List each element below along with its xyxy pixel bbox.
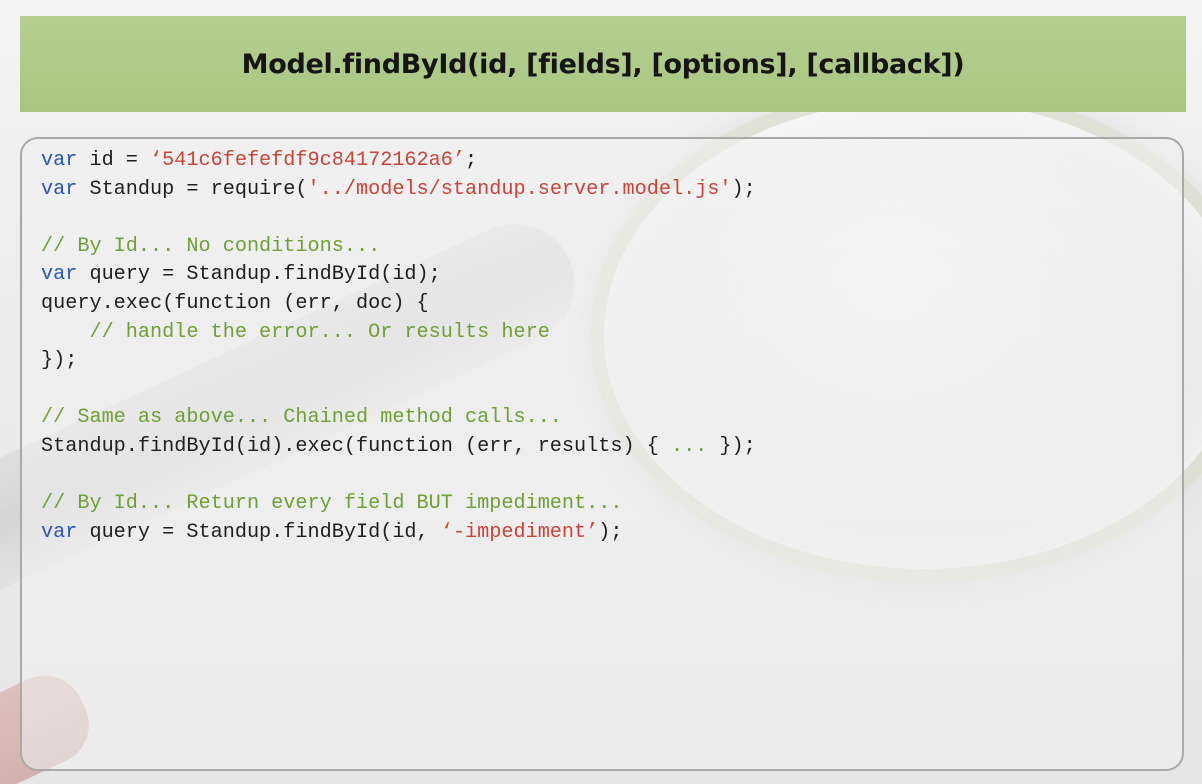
slide-title: Model.findById(id, [fields], [options], … xyxy=(241,48,965,80)
code-line: // By Id... Return every field BUT imped… xyxy=(41,490,756,519)
slide-title-bar: Model.findById(id, [fields], [options], … xyxy=(20,16,1186,112)
code-line: var query = Standup.findById(id, ‘-imped… xyxy=(41,519,756,548)
code-token-str: ‘-impediment’ xyxy=(440,520,599,544)
code-line: var id = ‘541c6fefefdf9c84172162a6’; xyxy=(41,147,756,176)
code-token-plain: query = Standup.findById(id, xyxy=(77,520,441,544)
code-token-plain: ); xyxy=(598,520,623,544)
code-token-kw: var xyxy=(41,263,78,287)
code-line: Standup.findById(id).exec(function (err,… xyxy=(41,433,756,462)
code-block: var id = ‘541c6fefefdf9c84172162a6’; var … xyxy=(41,147,756,547)
code-token-kw: var xyxy=(41,520,78,544)
code-token-str: ‘541c6fefefdf9c84172162a6’ xyxy=(150,149,466,172)
code-line: // handle the error... Or results here xyxy=(41,319,756,348)
code-panel: var id = ‘541c6fefefdf9c84172162a6’; var … xyxy=(20,137,1184,771)
code-line: }); xyxy=(41,347,756,376)
code-token-plain: query = Standup.findById(id); xyxy=(77,263,441,287)
code-line: var Standup = require('../models/standup… xyxy=(41,176,756,205)
code-token-plain: }); xyxy=(41,349,78,373)
code-token-kw: var xyxy=(41,177,78,201)
code-line: // Same as above... Chained method calls… xyxy=(41,404,756,433)
code-token-cmt: // Same as above... Chained method calls… xyxy=(41,406,562,430)
code-token-plain: ); xyxy=(731,177,756,201)
code-line: query.exec(function (err, doc) { xyxy=(41,290,756,319)
code-token-plain: id = xyxy=(77,149,151,172)
code-token-cmt: ... xyxy=(670,434,708,458)
code-token-plain: Standup.findById(id).exec(function (err,… xyxy=(41,434,671,458)
code-line: // By Id... No conditions... xyxy=(41,233,756,262)
code-token-cmt: // By Id... Return every field BUT imped… xyxy=(41,492,623,516)
code-token-plain: query.exec(function (err, doc) { xyxy=(41,291,429,315)
code-token-kw: var xyxy=(41,149,78,172)
code-token-plain: }); xyxy=(707,434,756,458)
code-token-plain: ; xyxy=(465,149,478,172)
code-token-str: '../models/standup.server.model.js' xyxy=(307,177,732,201)
code-line: var query = Standup.findById(id); xyxy=(41,261,756,290)
code-token-plain: Standup = require( xyxy=(77,177,308,201)
code-token-cmt: // handle the error... Or results here xyxy=(41,320,550,344)
code-token-cmt: // By Id... No conditions... xyxy=(41,234,381,258)
